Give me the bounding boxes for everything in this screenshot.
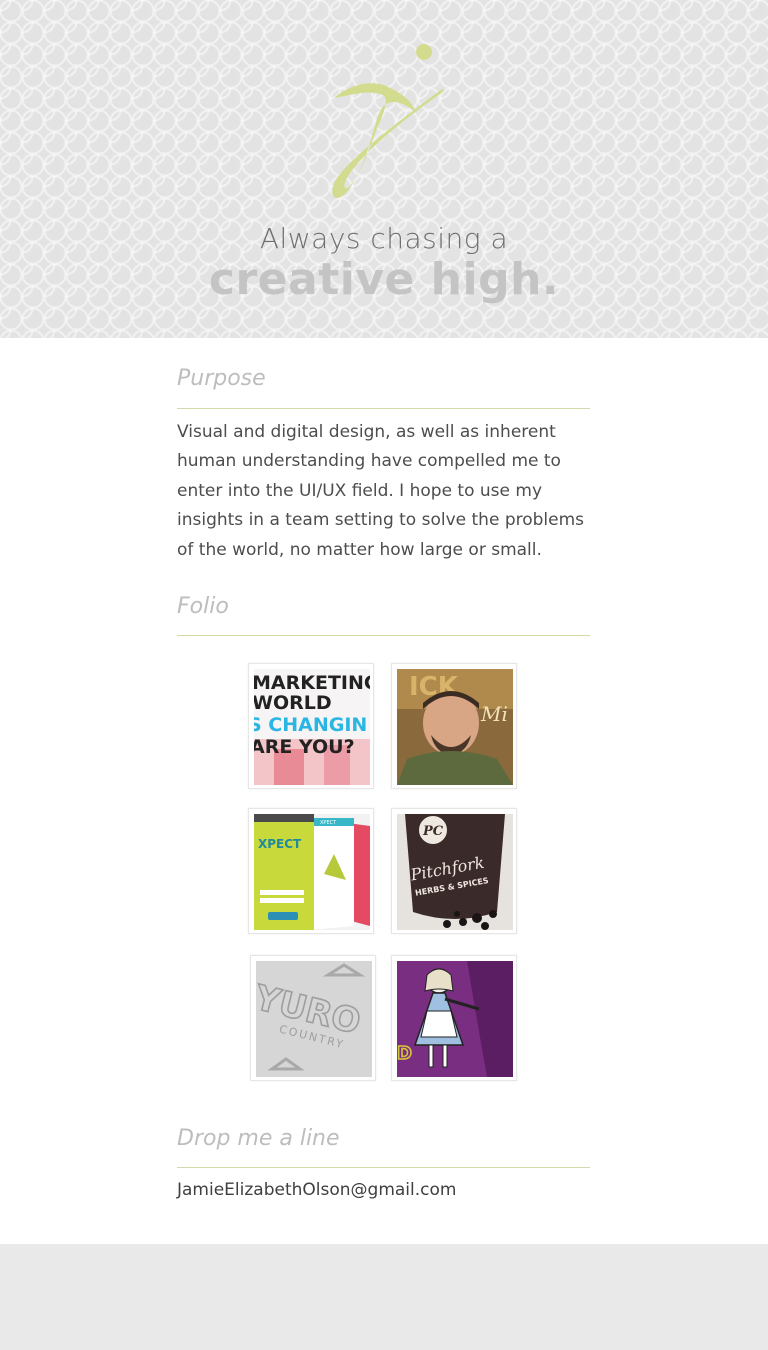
- folio-item-xpect-app[interactable]: XPECT XPECT: [248, 808, 374, 934]
- thumb-text: Mi: [480, 702, 508, 726]
- folio-thumbnail: PC Pitchfork HERBS & SPICES: [397, 814, 513, 930]
- tagline-line1: Always chasing a: [259, 222, 509, 255]
- thumb-text: XPECT: [320, 820, 337, 826]
- purpose-paragraph: Visual and digital design, as well as in…: [177, 422, 585, 560]
- thumb-text: XPECT: [258, 837, 302, 851]
- thumb-text: PC: [422, 824, 444, 839]
- folio-thumbnail: MARKETING WORLD S CHANGIN ARE YOU?: [254, 669, 370, 785]
- folio-thumbnail: ICK Mi: [397, 669, 513, 785]
- footer: [0, 1244, 768, 1350]
- folio-heading: Folio: [177, 594, 229, 619]
- tagline-line2: creative high.: [208, 254, 560, 305]
- contact-heading: Drop me a line: [177, 1126, 340, 1151]
- folio-thumbnail: YURO COUNTRY: [256, 961, 372, 1077]
- j-logo-icon: [332, 44, 445, 199]
- folio-item-alice[interactable]: D: [391, 955, 517, 1081]
- thumb-text: D: [397, 1043, 412, 1064]
- folio-divider: [177, 635, 590, 636]
- main-content: Purpose Visual and digital design, as we…: [0, 338, 768, 1244]
- folio-item-marketing[interactable]: MARKETING WORLD S CHANGIN ARE YOU?: [248, 663, 374, 789]
- email-link[interactable]: JamieElizabethOlson@gmail.com: [177, 1180, 456, 1200]
- thumb-text: S CHANGIN: [254, 714, 367, 736]
- folio-thumbnail: D: [397, 961, 513, 1077]
- folio-thumbnail: XPECT XPECT: [254, 814, 370, 930]
- folio-item-portrait[interactable]: ICK Mi: [391, 663, 517, 789]
- folio-item-pitchfork[interactable]: PC Pitchfork HERBS & SPICES: [391, 808, 517, 934]
- thumb-text: WORLD: [254, 692, 332, 714]
- thumb-text: MARKETING: [254, 672, 370, 694]
- hero-banner: Always chasing a creative high.: [0, 0, 768, 338]
- thumb-text: ARE YOU?: [254, 736, 355, 758]
- purpose-divider: [177, 408, 590, 409]
- purpose-heading: Purpose: [177, 366, 266, 391]
- folio-item-yurok-country[interactable]: YURO COUNTRY: [250, 955, 376, 1081]
- contact-divider: [177, 1167, 590, 1168]
